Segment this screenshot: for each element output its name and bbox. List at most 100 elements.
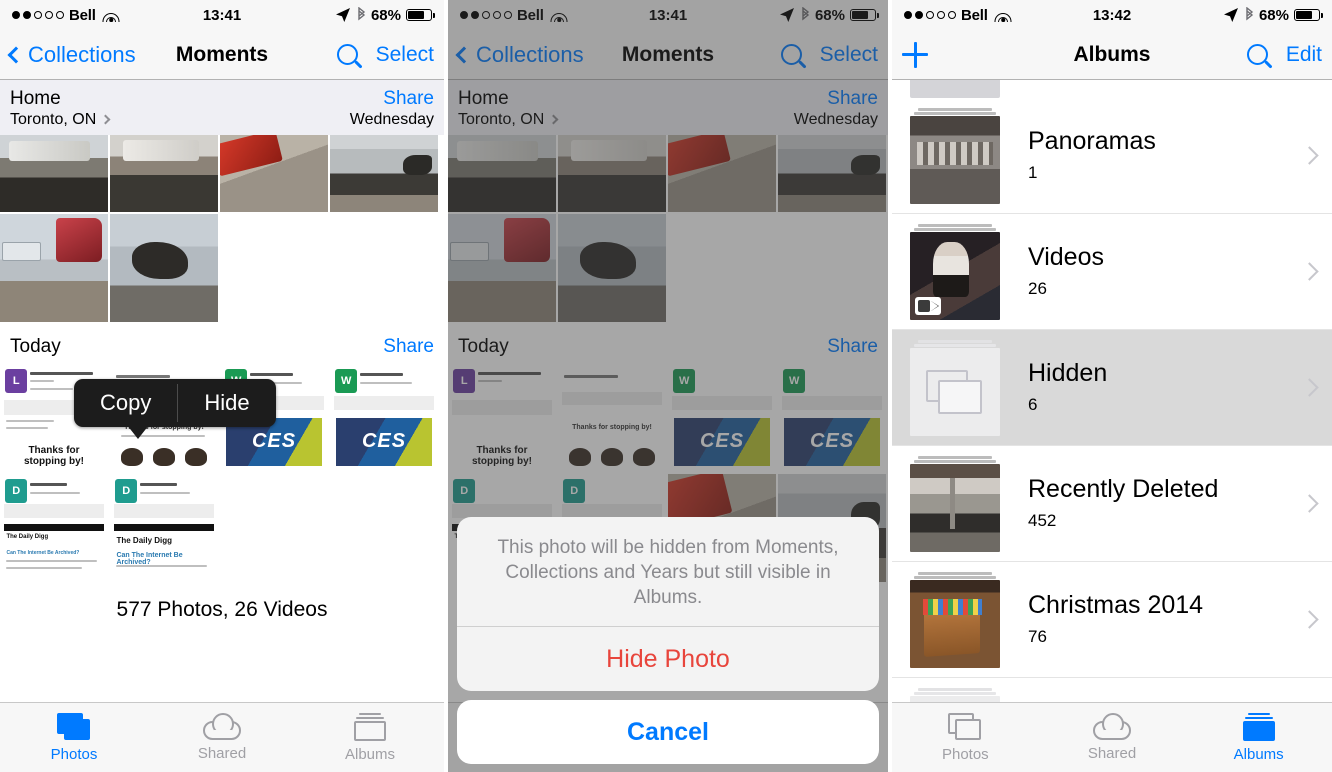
photo-grid-home [0, 135, 444, 322]
photo-thumbnail[interactable] [220, 135, 328, 212]
hide-menu-item[interactable]: Hide [178, 379, 275, 427]
albums-icon [354, 712, 386, 741]
photo-thumbnail[interactable]: D The Daily Digg Can The Internet Be Arc… [0, 474, 108, 582]
moment-day: Wednesday [349, 111, 434, 128]
tab-shared[interactable]: Shared [148, 703, 296, 772]
today-header-left: Today [10, 336, 61, 358]
album-text: Panoramas 1 [1000, 128, 1303, 183]
album-name: Christmas 2014 [1028, 591, 1204, 620]
status-right: 68% [1223, 6, 1324, 24]
action-sheet-card: This photo will be hidden from Moments, … [457, 516, 879, 691]
back-button-label: Collections [28, 41, 136, 67]
status-bar: Bell 13:42 68% [892, 0, 1332, 30]
album-count: 6 [1028, 394, 1038, 414]
hide-photo-action-sheet: This photo will be hidden from Moments, … [457, 516, 879, 764]
chevron-right-icon [100, 114, 111, 125]
copy-menu-item[interactable]: Copy [74, 379, 177, 427]
album-thumbnail-stack [910, 339, 1000, 436]
moment-location[interactable]: Toronto, ON [10, 111, 111, 129]
tab-photos[interactable]: Photos [0, 703, 148, 772]
album-thumbnail [910, 231, 1000, 320]
photo-thumbnail[interactable]: W CES [330, 364, 438, 472]
add-album-button[interactable] [902, 41, 928, 68]
album-name: Videos [1028, 243, 1104, 272]
status-bar: Bell 13:41 68% [0, 0, 444, 30]
moment-title: Home [10, 88, 61, 109]
location-arrow-icon [335, 8, 350, 22]
select-button[interactable]: Select [376, 43, 434, 67]
album-thumbnail-stack [910, 223, 1000, 320]
album-thumbnail [910, 579, 1000, 668]
album-text: Hidden 6 [1000, 360, 1303, 415]
list-item-christmas-2014[interactable]: Christmas 2014 76 [892, 562, 1332, 678]
album-text: Videos 26 [1000, 244, 1303, 299]
album-count: 76 [1028, 626, 1047, 646]
battery-icon [1294, 9, 1324, 21]
album-thumbnail-placeholder [910, 695, 1000, 702]
chevron-right-icon [1300, 378, 1319, 397]
share-button[interactable]: Share [350, 88, 434, 110]
search-icon[interactable] [1246, 44, 1268, 65]
context-menu-copy-hide: Copy Hide [74, 379, 276, 439]
tab-photos-label: Photos [50, 745, 98, 763]
search-icon[interactable] [336, 44, 358, 65]
photo-thumbnail[interactable]: D The Daily Digg Can The Internet Be Arc… [110, 474, 218, 582]
album-thumbnail [910, 115, 1000, 204]
moment-header-right: Share Wednesday [350, 88, 434, 129]
edit-button[interactable]: Edit [1286, 43, 1322, 67]
list-item-panoramas[interactable]: Panoramas 1 [892, 98, 1332, 214]
back-button-collections[interactable]: Collections [7, 41, 136, 68]
context-menu-bubble: Copy Hide [74, 379, 276, 427]
status-right: 68% [335, 6, 436, 24]
albums-list: Panoramas 1 Videos 26 Hidden 6 Recently … [892, 80, 1332, 702]
hide-photo-button[interactable]: Hide Photo [457, 627, 879, 691]
cloud-icon [1093, 713, 1131, 740]
photos-icon [57, 712, 91, 741]
tab-photos-label: Photos [941, 745, 989, 763]
three-panel-screenshot: Bell 13:41 68% Collections Moments Selec… [0, 0, 1332, 772]
moment-header-home: Home Toronto, ON Share Wednesday [0, 80, 444, 135]
list-item-hidden[interactable]: Hidden 6 [892, 330, 1332, 446]
tab-shared[interactable]: Shared [1039, 703, 1186, 772]
album-count: 1 [1028, 162, 1038, 182]
photo-thumbnail[interactable] [0, 214, 108, 322]
today-header-right: Share [383, 336, 434, 358]
list-item-partial-bottom[interactable] [892, 678, 1332, 702]
tab-bar: Photos Shared Albums [892, 702, 1332, 772]
chevron-left-icon [7, 46, 25, 63]
tab-shared-label: Shared [1087, 745, 1137, 762]
tab-albums[interactable]: Albums [1185, 703, 1332, 772]
chevron-right-icon [1300, 146, 1319, 165]
navigation-bar: Collections Moments Select [0, 30, 444, 80]
album-thumbnail-stack [910, 687, 1000, 702]
photo-thumbnail[interactable] [330, 135, 438, 212]
navigation-bar: Albums Edit [892, 30, 1332, 80]
list-item-videos[interactable]: Videos 26 [892, 214, 1332, 330]
list-item-recently-deleted[interactable]: Recently Deleted 452 [892, 446, 1332, 562]
album-thumbnail-placeholder [910, 347, 1000, 436]
tab-shared-label: Shared [197, 745, 247, 762]
battery-icon [406, 9, 436, 21]
photo-thumbnail[interactable] [110, 135, 218, 212]
photo-thumbnail[interactable] [110, 214, 218, 322]
tab-albums-label: Albums [344, 745, 396, 763]
share-button-today[interactable]: Share [383, 336, 434, 358]
tab-bar: Photos Shared Albums [0, 702, 444, 772]
cancel-button[interactable]: Cancel [457, 700, 879, 764]
cloud-icon [203, 713, 241, 740]
tab-albums-label: Albums [1233, 745, 1284, 763]
photo-thumbnail[interactable] [0, 135, 108, 212]
list-item-partial-top[interactable] [892, 80, 1332, 98]
panel-hide-confirm-sheet: Bell 13:41 68% Collections Moments Selec… [444, 0, 888, 772]
library-count: 577 Photos, 26 Videos [116, 598, 328, 621]
album-thumbnail [910, 463, 1000, 552]
album-name: Hidden [1028, 359, 1108, 388]
chevron-right-icon [1300, 610, 1319, 629]
battery-percent: 68% [370, 6, 401, 24]
album-thumbnail [910, 80, 1000, 98]
tab-albums[interactable]: Albums [296, 703, 444, 772]
album-thumbnail-stack [910, 571, 1000, 668]
chevron-right-icon [1300, 262, 1319, 281]
chevron-right-icon [1300, 494, 1319, 513]
tab-photos[interactable]: Photos [892, 703, 1039, 772]
